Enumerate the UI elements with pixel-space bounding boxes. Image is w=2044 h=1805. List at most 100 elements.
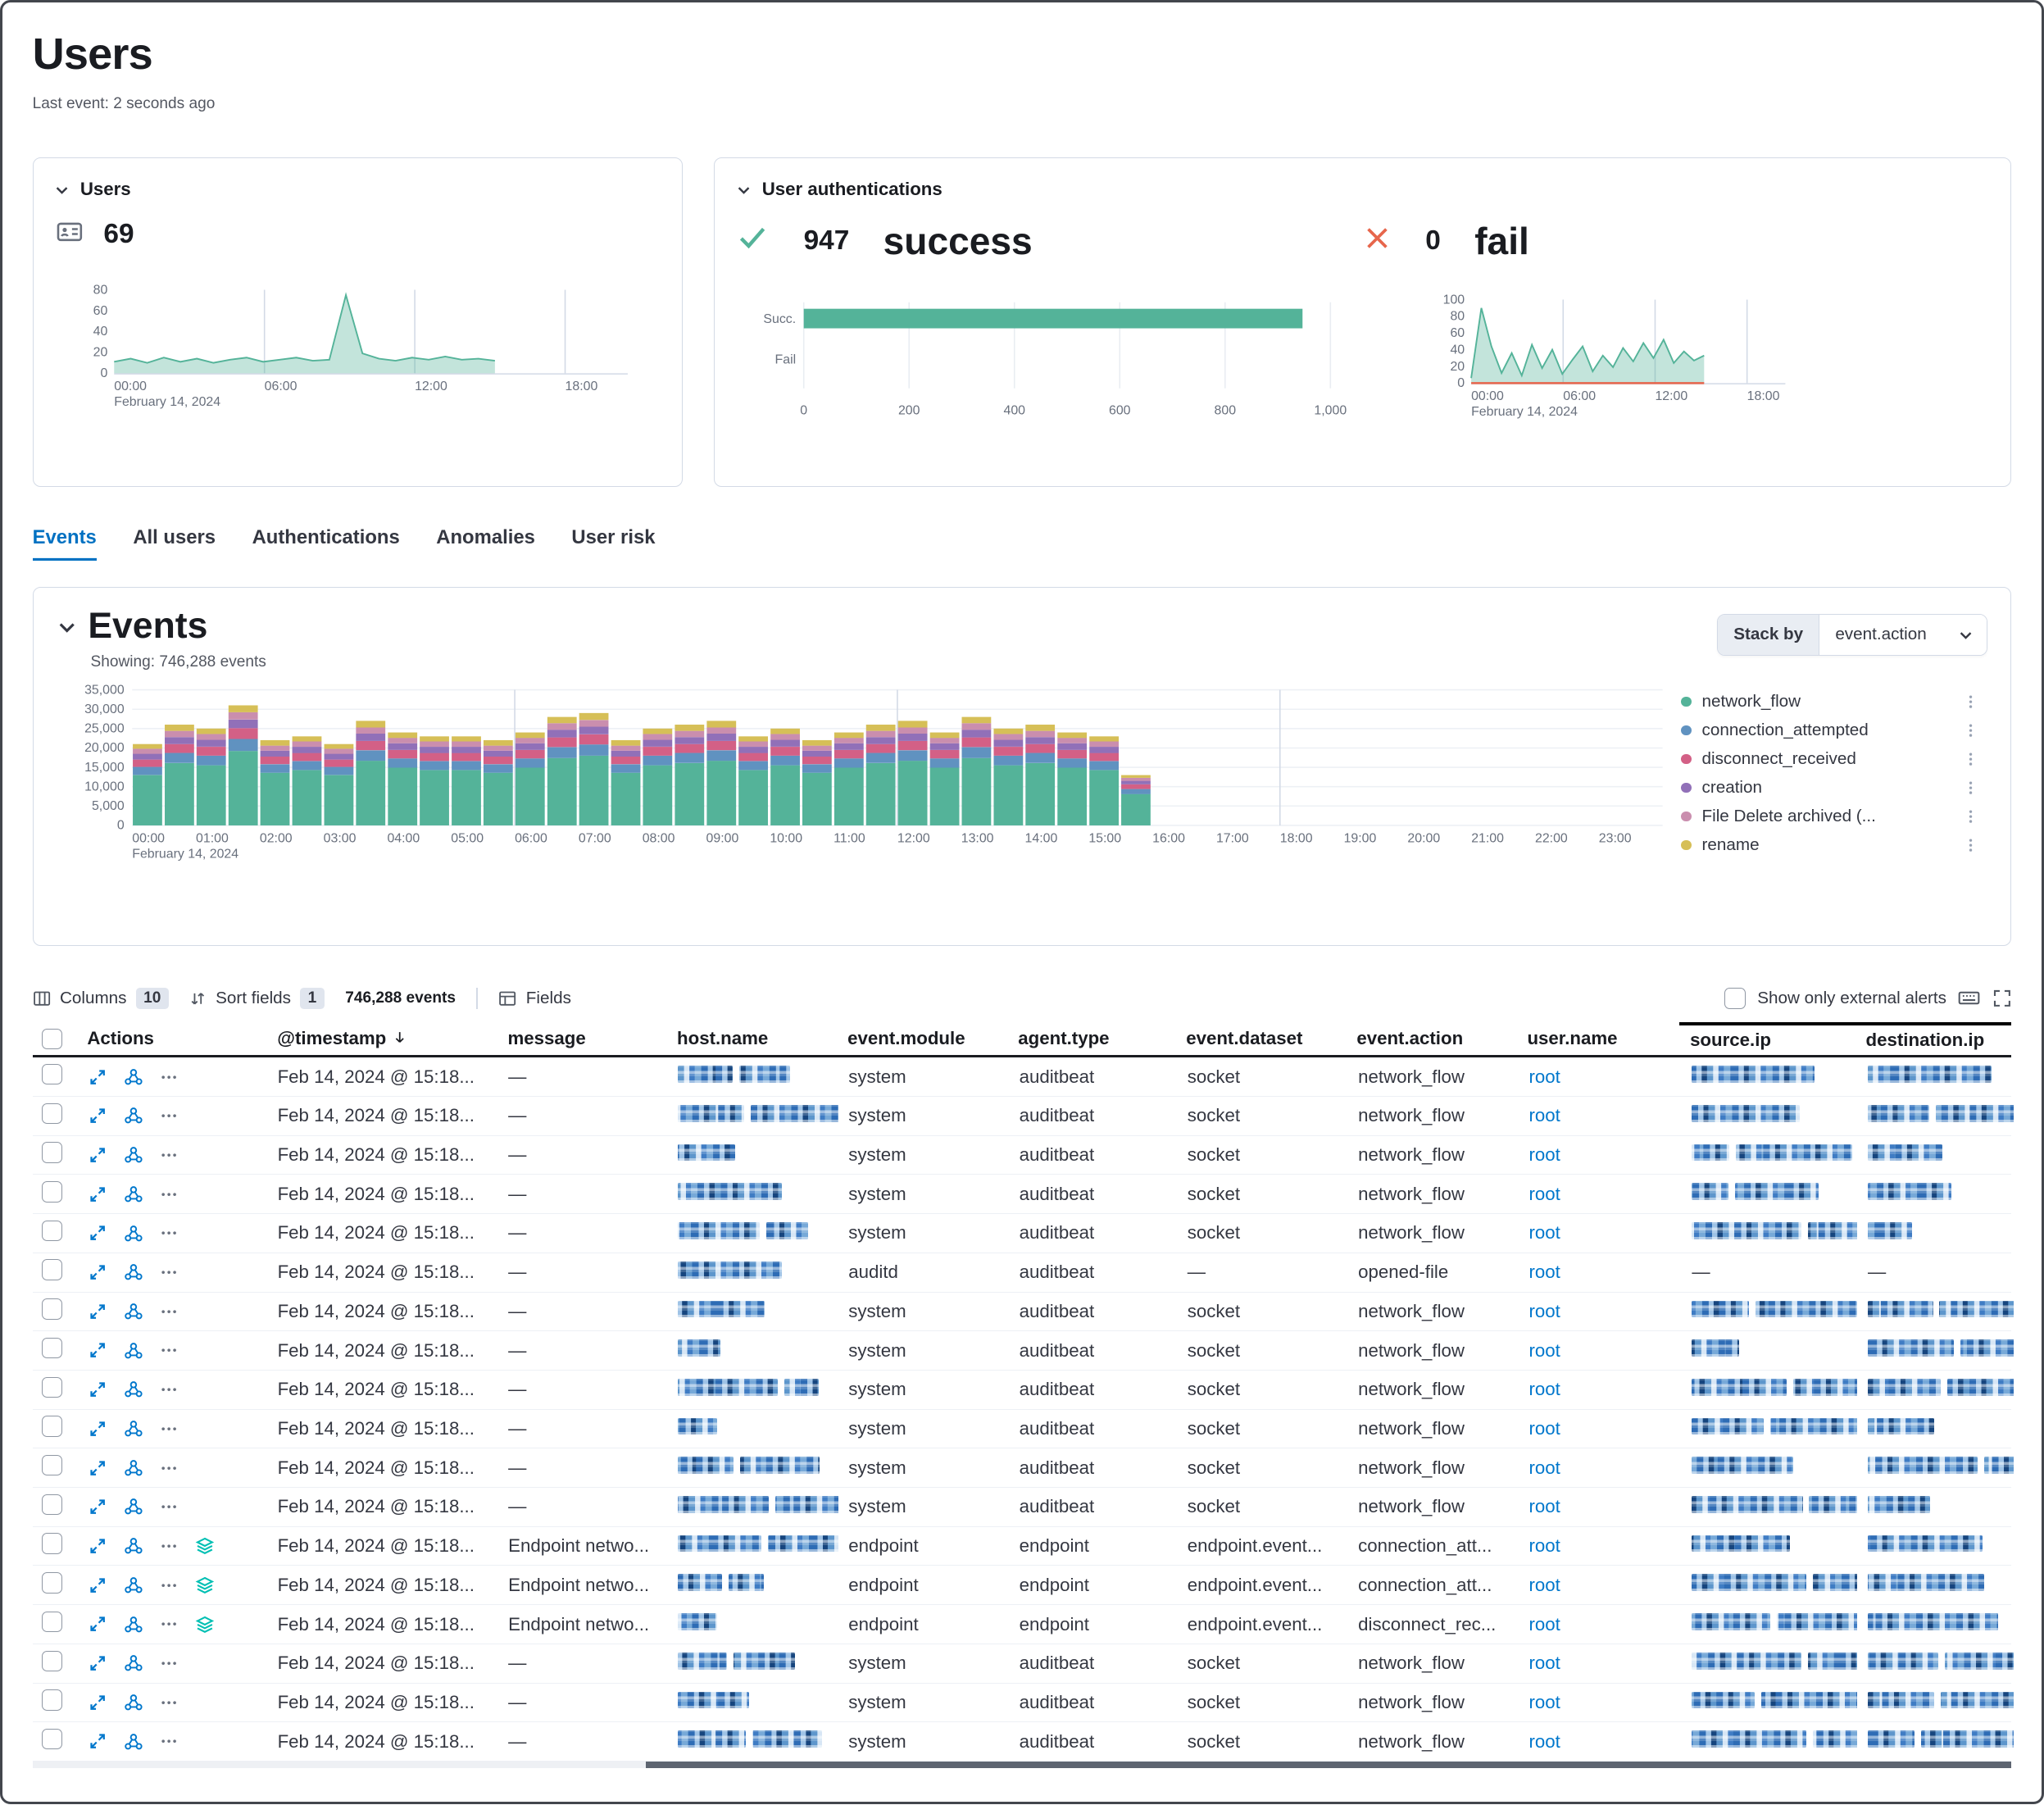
analyze-event-icon[interactable]	[124, 1380, 143, 1399]
legend-item[interactable]: disconnect_received	[1681, 744, 1978, 773]
expand-event-icon[interactable]	[89, 1303, 107, 1321]
chevron-down-icon[interactable]	[57, 616, 77, 637]
column-header-destination-ip[interactable]: destination.ip	[1855, 1022, 2012, 1055]
more-actions-icon[interactable]	[160, 1380, 178, 1398]
analyze-event-icon[interactable]	[124, 1419, 143, 1439]
user-name-link[interactable]: root	[1529, 1575, 1560, 1595]
legend-item[interactable]: creation	[1681, 773, 1978, 802]
more-actions-icon[interactable]	[160, 1068, 178, 1086]
keyboard-shortcuts-button[interactable]	[1958, 987, 1980, 1009]
external-alerts-checkbox[interactable]	[1724, 988, 1745, 1008]
chevron-down-icon[interactable]	[736, 182, 752, 198]
row-checkbox[interactable]	[42, 1259, 62, 1280]
more-actions-icon[interactable]	[160, 1732, 178, 1750]
columns-button[interactable]: Columns 10	[33, 988, 169, 1008]
legend-menu-icon[interactable]	[1963, 807, 1978, 825]
expand-event-icon[interactable]	[89, 1185, 107, 1203]
column-header-user-name[interactable]: user.name	[1517, 1022, 1680, 1055]
column-header-actions[interactable]: Actions	[77, 1022, 267, 1055]
user-name-link[interactable]: root	[1529, 1457, 1560, 1478]
row-checkbox[interactable]	[42, 1729, 62, 1749]
row-checkbox[interactable]	[42, 1416, 62, 1436]
row-checkbox[interactable]	[42, 1377, 62, 1398]
tab-anomalies[interactable]: Anomalies	[436, 526, 535, 561]
row-checkbox[interactable]	[42, 1103, 62, 1124]
user-name-link[interactable]: root	[1529, 1262, 1560, 1282]
expand-event-icon[interactable]	[89, 1576, 107, 1594]
analyze-event-icon[interactable]	[124, 1106, 143, 1125]
sort-fields-button[interactable]: Sort fields 1	[189, 988, 324, 1008]
analyze-event-icon[interactable]	[124, 1693, 143, 1712]
tab-all-users[interactable]: All users	[133, 526, 216, 561]
legend-menu-icon[interactable]	[1963, 836, 1978, 852]
row-checkbox[interactable]	[42, 1181, 62, 1202]
expand-event-icon[interactable]	[89, 1263, 107, 1281]
expand-event-icon[interactable]	[89, 1498, 107, 1516]
stack-by-select[interactable]: event.action	[1819, 615, 1987, 655]
user-name-link[interactable]: root	[1529, 1144, 1560, 1165]
expand-event-icon[interactable]	[89, 1341, 107, 1359]
user-name-link[interactable]: root	[1529, 1340, 1560, 1361]
legend-item[interactable]: File Delete archived (...	[1681, 802, 1978, 830]
row-checkbox[interactable]	[42, 1221, 62, 1241]
more-actions-icon[interactable]	[160, 1146, 178, 1164]
user-name-link[interactable]: root	[1529, 1731, 1560, 1752]
more-actions-icon[interactable]	[160, 1107, 178, 1125]
legend-item[interactable]: network_flow	[1681, 687, 1978, 716]
expand-event-icon[interactable]	[89, 1654, 107, 1672]
column-header-event-module[interactable]: event.module	[837, 1022, 1007, 1055]
analyze-event-icon[interactable]	[124, 1302, 143, 1321]
analyze-event-icon[interactable]	[124, 1224, 143, 1243]
row-checkbox[interactable]	[42, 1651, 62, 1671]
tab-events[interactable]: Events	[33, 526, 97, 561]
row-checkbox[interactable]	[42, 1572, 62, 1593]
tab-authentications[interactable]: Authentications	[252, 526, 400, 561]
expand-event-icon[interactable]	[89, 1732, 107, 1750]
scrollbar-thumb[interactable]	[646, 1762, 2011, 1768]
user-name-link[interactable]: root	[1529, 1066, 1560, 1087]
analyze-event-icon[interactable]	[124, 1341, 143, 1361]
row-checkbox[interactable]	[42, 1612, 62, 1632]
expand-event-icon[interactable]	[89, 1224, 107, 1242]
user-name-link[interactable]: root	[1529, 1496, 1560, 1516]
column-header-message[interactable]: message	[497, 1022, 667, 1055]
row-checkbox[interactable]	[42, 1338, 62, 1358]
user-name-link[interactable]: root	[1529, 1105, 1560, 1125]
row-checkbox[interactable]	[42, 1455, 62, 1475]
more-actions-icon[interactable]	[160, 1576, 178, 1594]
legend-menu-icon[interactable]	[1963, 721, 1978, 739]
expand-event-icon[interactable]	[89, 1615, 107, 1633]
column-header-agent-type[interactable]: agent.type	[1008, 1022, 1176, 1055]
column-header-event-dataset[interactable]: event.dataset	[1176, 1022, 1347, 1055]
expand-event-icon[interactable]	[89, 1068, 107, 1086]
analyze-event-icon[interactable]	[124, 1184, 143, 1204]
chevron-down-icon[interactable]	[54, 182, 70, 198]
column-header--timestamp[interactable]: @timestamp	[267, 1022, 497, 1055]
tab-user-risk[interactable]: User risk	[571, 526, 655, 561]
analyze-event-icon[interactable]	[124, 1458, 143, 1478]
column-header-event-action[interactable]: event.action	[1347, 1022, 1517, 1055]
fullscreen-button[interactable]	[1992, 989, 2012, 1008]
legend-item[interactable]: connection_attempted	[1681, 716, 1978, 744]
analyze-event-icon[interactable]	[124, 1145, 143, 1165]
user-name-link[interactable]: root	[1529, 1653, 1560, 1673]
user-name-link[interactable]: root	[1529, 1535, 1560, 1556]
analyze-event-icon[interactable]	[124, 1262, 143, 1282]
analyze-event-icon[interactable]	[124, 1575, 143, 1595]
user-name-link[interactable]: root	[1529, 1222, 1560, 1243]
more-actions-icon[interactable]	[160, 1420, 178, 1438]
legend-menu-icon[interactable]	[1963, 693, 1978, 711]
analyze-event-icon[interactable]	[124, 1067, 143, 1087]
analyze-event-icon[interactable]	[124, 1653, 143, 1673]
column-header-host-name[interactable]: host.name	[666, 1022, 837, 1055]
expand-event-icon[interactable]	[89, 1380, 107, 1398]
legend-menu-icon[interactable]	[1963, 750, 1978, 768]
row-checkbox[interactable]	[42, 1142, 62, 1162]
row-checkbox[interactable]	[42, 1064, 62, 1084]
analyze-event-icon[interactable]	[124, 1732, 143, 1752]
more-actions-icon[interactable]	[160, 1459, 178, 1477]
expand-event-icon[interactable]	[89, 1694, 107, 1712]
more-actions-icon[interactable]	[160, 1498, 178, 1516]
legend-menu-icon[interactable]	[1963, 779, 1978, 797]
row-checkbox[interactable]	[42, 1298, 62, 1319]
